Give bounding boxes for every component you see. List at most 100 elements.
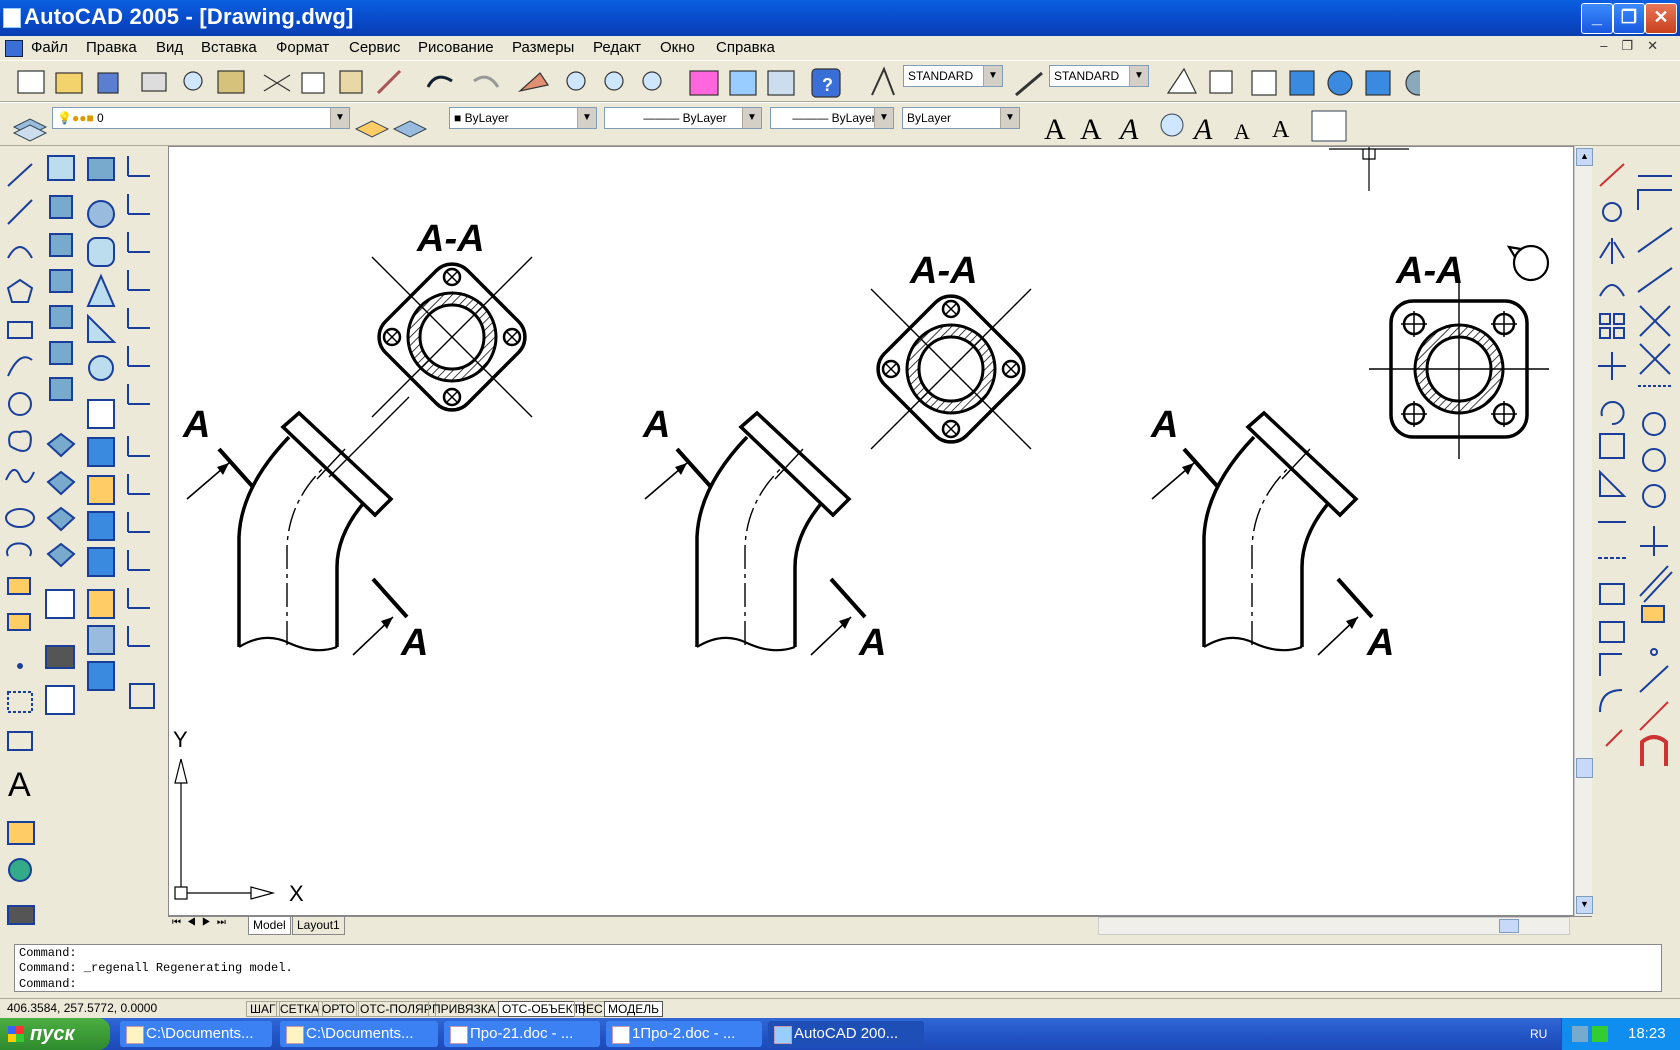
surface-torus-icon — [46, 470, 76, 496]
snap-node-icon — [1639, 565, 1673, 603]
break-icon — [1599, 621, 1625, 643]
plot-icon — [141, 72, 167, 92]
cut-icon — [263, 74, 291, 92]
lineweight-select[interactable]: ——— ByLayer ▼ — [770, 107, 894, 129]
task-autocad[interactable]: AutoCAD 200... — [768, 1021, 924, 1047]
scroll-thumb[interactable] — [1576, 758, 1593, 778]
crosshair-cursor — [1329, 147, 1409, 191]
color-select[interactable]: ■ ByLayer ▼ — [449, 107, 597, 129]
ucs-axis-icon — [174, 758, 276, 900]
plotstyle-select[interactable]: ByLayer ▼ — [902, 107, 1020, 129]
cut-label-1a: А — [182, 404, 210, 446]
tab-model[interactable]: Model — [248, 917, 291, 935]
status-lineweight[interactable]: ВЕС — [574, 1001, 607, 1017]
language-indicator[interactable]: RU — [1530, 1027, 1547, 1041]
left-toolbars[interactable]: A — [0, 146, 168, 946]
layer-manager-icon[interactable] — [0, 103, 60, 147]
scroll-down-button[interactable]: ▼ — [1576, 896, 1593, 914]
preview-icon — [183, 71, 203, 91]
status-otrack[interactable]: ОТС-ОБЪЕКТ — [498, 1001, 584, 1017]
close-button[interactable]: ✕ — [1645, 3, 1677, 34]
vertical-scrollbar[interactable]: ▲ ▼ — [1574, 146, 1593, 916]
ucs-z-icon — [127, 588, 150, 609]
minimize-button[interactable]: _ — [1581, 3, 1613, 34]
menu-window[interactable]: Окно — [660, 39, 695, 56]
copy-object-icon — [1602, 202, 1622, 222]
document-icon[interactable] — [5, 40, 23, 57]
snap-midpoint-icon — [1637, 189, 1672, 210]
command-prompt[interactable]: Command: — [19, 977, 77, 992]
solid-box-icon — [87, 157, 115, 181]
text-style-select[interactable]: STANDARD ▼ — [903, 65, 1003, 87]
status-ortho[interactable]: ОРТО — [318, 1001, 359, 1017]
network-icon[interactable] — [1572, 1026, 1588, 1042]
menu-edit[interactable]: Правка — [86, 39, 137, 56]
menu-dimension[interactable]: Размеры — [512, 39, 574, 56]
snap-intersection-icon — [1637, 227, 1673, 253]
horizontal-scrollbar[interactable] — [1098, 917, 1570, 935]
tab-layout1[interactable]: Layout1 — [292, 917, 345, 935]
move-icon — [1598, 352, 1626, 380]
title-bar[interactable]: AutoCAD 2005 - [Drawing.dwg] _ ❐ ✕ — [0, 0, 1680, 36]
status-model[interactable]: МОДЕЛЬ — [604, 1001, 663, 1017]
drawing-svg[interactable]: А-А А-А А-А А А А А А А X Y — [169, 147, 1573, 915]
ucs-view-icon — [127, 346, 150, 367]
linetype-select[interactable]: ——— ByLayer ▼ — [604, 107, 762, 129]
menu-view[interactable]: Вид — [156, 39, 183, 56]
fillet-icon — [1599, 689, 1623, 713]
drawing-canvas[interactable]: А-А А-А А-А А А А А А А X Y — [168, 146, 1574, 916]
view-icon — [47, 155, 75, 181]
layout-tabs-row: ⏮◀▶⏭ Model Layout1 — [168, 916, 1592, 935]
task-word-2[interactable]: 1Про-2.doc - ... — [606, 1021, 762, 1047]
snap-nearest-icon — [1641, 605, 1665, 623]
stretch-icon — [1599, 469, 1627, 497]
setup-view-icon — [87, 625, 115, 655]
menu-bar: Файл Правка Вид Вставка Формат Сервис Ри… — [0, 36, 1680, 60]
ucs-origin-icon — [127, 384, 150, 405]
arc-icon — [7, 356, 33, 377]
menu-insert[interactable]: Вставка — [201, 39, 257, 56]
window-title: AutoCAD 2005 - [Drawing.dwg] — [24, 4, 354, 29]
task-explorer-1[interactable]: C:\Documents... — [120, 1021, 272, 1047]
autocad-icon — [774, 1026, 792, 1044]
command-window[interactable]: Command: Command: _regenall Regenerating… — [14, 944, 1662, 992]
svg-text:A: A — [1192, 113, 1213, 146]
array-icon — [1599, 313, 1611, 325]
dim-style-select[interactable]: STANDARD ▼ — [1049, 65, 1149, 87]
line-icon — [7, 163, 33, 187]
menu-tools[interactable]: Сервис — [349, 39, 400, 56]
task-explorer-2[interactable]: C:\Documents... — [280, 1021, 438, 1047]
task-word-1[interactable]: Про-21.doc - ... — [444, 1021, 600, 1047]
autocad-app-icon[interactable] — [3, 8, 21, 28]
status-grid[interactable]: СЕТКА — [276, 1001, 323, 1017]
layer-select[interactable]: 💡●●■ 0 ▼ — [52, 107, 350, 129]
construction-line-icon — [7, 199, 33, 225]
layer-previous-icon[interactable] — [350, 103, 430, 147]
document-window-controls[interactable]: –❐✕ — [1600, 38, 1672, 54]
tab-navigation-arrows[interactable]: ⏮◀▶⏭ — [172, 917, 232, 928]
solid-sphere-icon — [87, 200, 115, 228]
cut-label-2a: А — [642, 404, 670, 446]
restore-button[interactable]: ❐ — [1613, 3, 1645, 34]
menu-modify[interactable]: Редакт — [593, 39, 641, 56]
3d-mesh-icon — [46, 506, 76, 532]
right-toolbars[interactable] — [1592, 146, 1680, 846]
menu-draw[interactable]: Рисование — [418, 39, 494, 56]
scroll-up-button[interactable]: ▲ — [1576, 148, 1593, 166]
status-snap[interactable]: ШАГ — [246, 1001, 280, 1017]
text-toolbar-icons[interactable]: AAA AAA — [1040, 103, 1360, 147]
menu-help[interactable]: Справка — [716, 39, 775, 56]
clock[interactable]: 18:23 — [1628, 1018, 1666, 1050]
status-osnap[interactable]: ПРИВЯЗКА — [428, 1001, 500, 1017]
dim-style-icon — [1015, 71, 1043, 97]
menu-file[interactable]: Файл — [31, 39, 68, 56]
hscroll-thumb[interactable] — [1499, 919, 1519, 933]
status-polar[interactable]: ОТС-ПОЛЯР — [356, 1001, 436, 1017]
revision-cloud-icon — [8, 430, 32, 452]
surface-sphere-icon — [49, 341, 73, 365]
tool-palettes-icon — [767, 70, 795, 96]
svg-text:A: A — [1234, 119, 1250, 144]
offset-icon — [1599, 284, 1625, 297]
menu-format[interactable]: Формат — [276, 39, 329, 56]
tray-app-icon[interactable] — [1592, 1026, 1608, 1042]
